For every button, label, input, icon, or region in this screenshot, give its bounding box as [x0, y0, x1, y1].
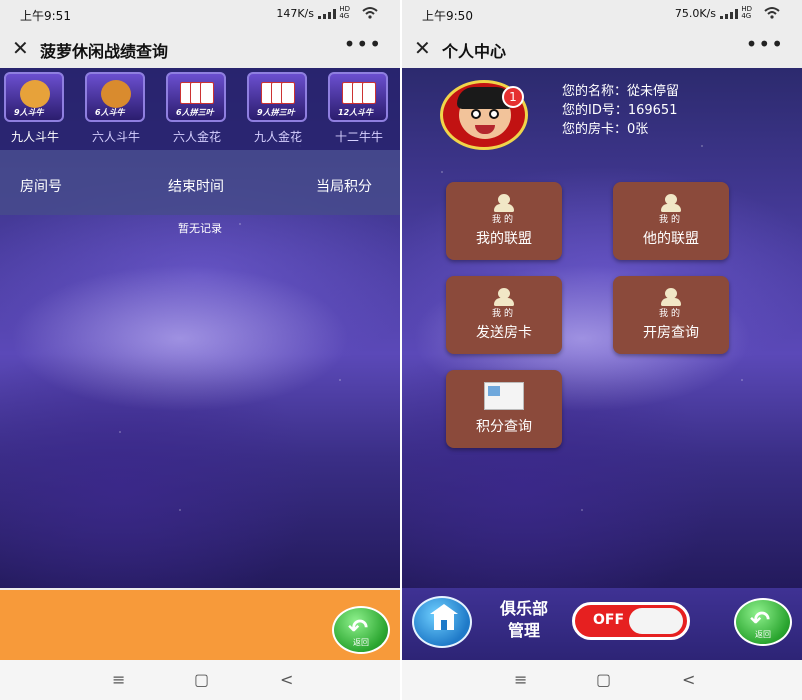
network-speed: 147K/s: [276, 7, 314, 20]
tab-label: 六人斗牛: [91, 130, 140, 144]
page-title: 个人中心: [442, 42, 507, 61]
more-icon[interactable]: •••: [344, 32, 382, 56]
bottom-bar: ↶ 返回: [0, 590, 400, 660]
profile-id: 您的ID号：169651: [562, 103, 678, 118]
game-tab-bar: 9人斗牛 九人斗牛 6人斗牛 六人斗牛 6人拼三叶 六人金花 9人拼三叶 九人金…: [0, 68, 400, 150]
toggle-state: OFF: [593, 612, 625, 628]
record-table-header: 房间号 结束时间 当局积分: [0, 150, 400, 215]
home-icon[interactable]: ▢: [596, 670, 611, 689]
tab-six-flower[interactable]: 6人拼三叶 六人金花: [164, 72, 226, 148]
column-room-number: 房间号: [20, 179, 62, 195]
club-management-label[interactable]: 俱乐部 管理: [484, 598, 564, 642]
bull-icon: 9人斗牛: [4, 72, 64, 122]
page-title: 菠萝休闲战绩查询: [40, 42, 169, 61]
profile-info: 您的名称：從未停留 您的ID号：169651 您的房卡：0张: [562, 82, 679, 139]
status-time: 上午9:51: [20, 9, 71, 23]
back-nav-icon[interactable]: <: [280, 670, 293, 689]
tab-six-bull[interactable]: 6人斗牛 六人斗牛: [83, 72, 145, 148]
tab-nine-bull[interactable]: 9人斗牛 九人斗牛: [2, 72, 64, 148]
record-query-screen: 上午9:51 147K/s HD 4G ✕ 菠萝休闲战绩查询 ••• 9人斗牛 九…: [0, 0, 400, 700]
signal-icon: [720, 9, 738, 19]
home-icon[interactable]: ▢: [194, 670, 209, 689]
cards-icon: 6人拼三叶: [166, 72, 226, 122]
home-club-icon[interactable]: [412, 596, 472, 648]
tab-label: 九人金花: [253, 130, 302, 144]
profile-room-cards: 您的房卡：0张: [562, 122, 649, 137]
close-icon[interactable]: ✕: [414, 36, 431, 60]
status-bar: 上午9:50 75.0K/s HD 4G: [402, 0, 802, 28]
close-icon[interactable]: ✕: [12, 36, 29, 60]
back-button[interactable]: ↶ 返回: [734, 598, 792, 646]
club-toggle[interactable]: OFF: [572, 602, 690, 640]
back-button[interactable]: ↶ 返回: [332, 606, 390, 654]
column-round-score: 当局积分: [316, 179, 372, 195]
tab-label: 十二牛牛: [334, 130, 383, 144]
menu-icon[interactable]: ≡: [514, 670, 527, 689]
hd-icon: HD 4G: [741, 5, 752, 20]
back-nav-icon[interactable]: <: [682, 670, 695, 689]
tab-nine-flower[interactable]: 9人拼三叶 九人金花: [245, 72, 307, 148]
system-nav-bar: ≡ ▢ <: [402, 660, 802, 700]
system-nav-bar: ≡ ▢ <: [0, 660, 400, 700]
broken-image-icon: [484, 382, 524, 410]
toggle-knob: [629, 608, 683, 634]
my-alliance-button[interactable]: 我的 我的联盟: [446, 182, 562, 260]
club-bar: 俱乐部 管理 OFF ↶ 返回: [402, 588, 802, 660]
tab-label: 六人金花: [172, 130, 221, 144]
bull-icon: 6人斗牛: [85, 72, 145, 122]
back-label: 返回: [755, 630, 771, 639]
network-speed: 75.0K/s: [674, 7, 716, 20]
other-alliance-button[interactable]: 我的 他的联盟: [613, 182, 729, 260]
cards-icon: 12人斗牛: [328, 72, 388, 122]
back-label: 返回: [353, 638, 369, 647]
more-icon[interactable]: •••: [746, 32, 784, 56]
notification-badge: 1: [502, 86, 524, 108]
column-end-time: 结束时间: [168, 179, 224, 195]
status-time: 上午9:50: [422, 9, 473, 23]
send-room-card-button[interactable]: 我的 发送房卡: [446, 276, 562, 354]
title-bar: ✕ 菠萝休闲战绩查询 •••: [0, 28, 400, 68]
cards-icon: 9人拼三叶: [247, 72, 307, 122]
menu-icon[interactable]: ≡: [112, 670, 125, 689]
room-query-button[interactable]: 我的 开房查询: [613, 276, 729, 354]
signal-icon: [318, 9, 336, 19]
status-bar: 上午9:51 147K/s HD 4G: [0, 0, 400, 28]
empty-records-text: 暂无记录: [178, 222, 222, 235]
hd-icon: HD 4G: [339, 5, 350, 20]
personal-center-screen: 上午9:50 75.0K/s HD 4G ✕ 个人中心 ••• 1 您的名称：從未…: [402, 0, 802, 700]
tab-twelve-bull[interactable]: 12人斗牛 十二牛牛: [326, 72, 388, 148]
score-query-button[interactable]: 积分查询: [446, 370, 562, 448]
title-bar: ✕ 个人中心 •••: [402, 28, 802, 68]
wifi-icon: [764, 7, 780, 19]
tab-label: 九人斗牛: [10, 130, 59, 144]
profile-name: 您的名称：從未停留: [562, 84, 680, 99]
wifi-icon: [362, 7, 378, 19]
